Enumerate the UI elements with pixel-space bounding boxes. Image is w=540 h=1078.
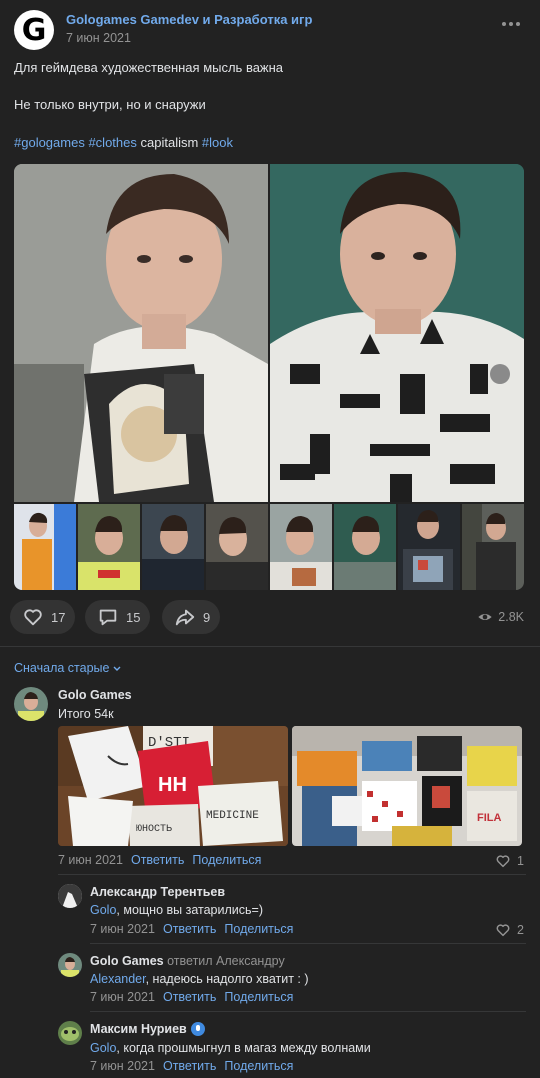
hashtag-clothes[interactable]: #clothes [88,135,136,150]
text-capitalism: capitalism [140,135,199,150]
mention-link[interactable]: Alexander [90,972,146,986]
reply-author[interactable]: Александр Терентьев [90,885,225,899]
fila-text: FILA [477,812,501,824]
share-comment-button[interactable]: Поделиться [224,990,293,1004]
heart-icon [496,924,510,937]
reply-author[interactable]: Golo Games ответил Александру [90,954,285,968]
photo-selfie-patterned-shirt[interactable] [270,164,524,502]
like-button[interactable]: 17 [10,600,76,634]
reply-avatar-golo[interactable] [58,953,82,977]
hashtag-look[interactable]: #look [202,135,233,150]
photo-grid [14,164,524,590]
share-button[interactable]: 9 [162,600,221,634]
share-comment-button[interactable]: Поделиться [224,1059,293,1073]
photo-selfie-naruto-shirt[interactable] [14,164,268,502]
reply-text: Golo, когда прошмыгнул в магаз между вол… [90,1041,371,1055]
sort-dropdown[interactable]: Сначала старые [14,661,122,675]
comment-like-count: 1 [517,854,524,868]
reply-separator [90,943,526,944]
views-count: 2.8K [498,610,524,624]
comment-meta: 7 июн 2021 Ответить Поделиться [58,853,261,867]
post-text-line-1: Для геймдева художественная мысль важна [14,60,284,75]
comment-author[interactable]: Golo Games [58,688,132,702]
post-author[interactable]: Gologames Gamedev и Разработка игр [66,12,312,27]
reply-meta: 7 июн 2021 Ответить Поделиться [90,1059,293,1073]
photo-thumb-6[interactable] [334,504,396,590]
photo-thumb-3[interactable] [142,504,204,590]
bag-hh-text: HH [158,774,187,796]
post: G Gologames Gamedev и Разработка игр 7 и… [0,0,540,646]
reply-button[interactable]: Ответить [163,1059,216,1073]
comment-like-button[interactable]: 1 [495,853,524,869]
microphone-icon [190,1021,205,1036]
like-count: 17 [51,609,66,625]
avatar-letter: G [21,12,47,48]
reply-author-name[interactable]: Golo Games [90,954,164,968]
comment-text: Итого 54к [58,707,114,721]
heart-icon [496,855,510,868]
comment-photo-clothes[interactable]: FILA [292,726,522,846]
post-text-line-2: Не только внутри, но и снаружи [14,97,206,112]
mention-link[interactable]: Golo [90,1041,116,1055]
photo-thumb-1[interactable] [14,504,76,590]
reply-text: Golo, мощно вы затарились=) [90,903,263,917]
post-hashtags: #gologames #clothes capitalism #look [14,135,233,150]
views-counter: 2.8K [477,609,524,625]
reply-like-count: 2 [517,923,524,937]
reply-button[interactable]: Ответить [163,990,216,1004]
post-date[interactable]: 7 июн 2021 [66,31,131,45]
comment-count: 15 [126,609,141,625]
box-medicine-text: MEDICINE [206,810,259,822]
share-icon [175,609,195,626]
reply-meta: 7 июн 2021 Ответить Поделиться [90,990,293,1004]
reply-author[interactable]: Максим Нуриев [90,1021,205,1037]
comment-button[interactable]: 15 [85,600,151,634]
comment-avatar-golo[interactable] [14,687,48,721]
box-yunost-text: ЮНОСТЬ [136,824,172,835]
group-avatar[interactable]: G [14,10,54,50]
reply-date[interactable]: 7 июн 2021 [90,1059,155,1073]
photo-thumb-5[interactable] [270,504,332,590]
reply-date[interactable]: 7 июн 2021 [90,922,155,936]
reply-body: , когда прошмыгнул в магаз между волнами [116,1041,371,1055]
reply-button[interactable]: Ответить [163,922,216,936]
reply-meta: 7 июн 2021 Ответить Поделиться [90,922,293,936]
reply-body: , надеюсь надолго хватит : ) [145,972,309,986]
comment-photo-bags[interactable]: D'STI HH MEDICINE ЮНОСТЬ [58,726,288,846]
share-comment-button[interactable]: Поделиться [192,853,261,867]
reply-avatar-maxim[interactable] [58,1021,82,1045]
comment-date[interactable]: 7 июн 2021 [58,853,123,867]
share-count: 9 [203,609,211,625]
photo-thumb-4[interactable] [206,504,268,590]
comment-separator [58,874,526,875]
share-comment-button[interactable]: Поделиться [224,922,293,936]
mention-link[interactable]: Golo [90,903,116,917]
reply-button[interactable]: Ответить [131,853,184,867]
reply-separator [90,1011,526,1012]
post-divider [0,646,540,647]
chevron-down-icon [113,666,121,671]
sort-label: Сначала старые [14,661,110,675]
reply-like-button[interactable]: 2 [495,922,524,938]
reply-body: , мощно вы затарились=) [116,903,263,917]
more-dots-icon[interactable] [502,22,520,26]
photo-thumb-8[interactable] [462,504,524,590]
eye-icon [478,614,492,620]
reply-author-name[interactable]: Максим Нуриев [90,1022,187,1036]
photo-thumb-2[interactable] [78,504,140,590]
reply-date[interactable]: 7 июн 2021 [90,990,155,1004]
replied-to[interactable]: ответил Александру [167,954,285,968]
reply-avatar-alexander[interactable] [58,884,82,908]
hashtag-gologames[interactable]: #gologames [14,135,85,150]
comment-icon [99,609,117,626]
photo-thumb-7[interactable] [398,504,460,590]
reply-text: Alexander, надеюсь надолго хватит : ) [90,972,309,986]
post-actions: 17 15 9 2.8K [10,600,530,634]
heart-icon [24,609,42,626]
